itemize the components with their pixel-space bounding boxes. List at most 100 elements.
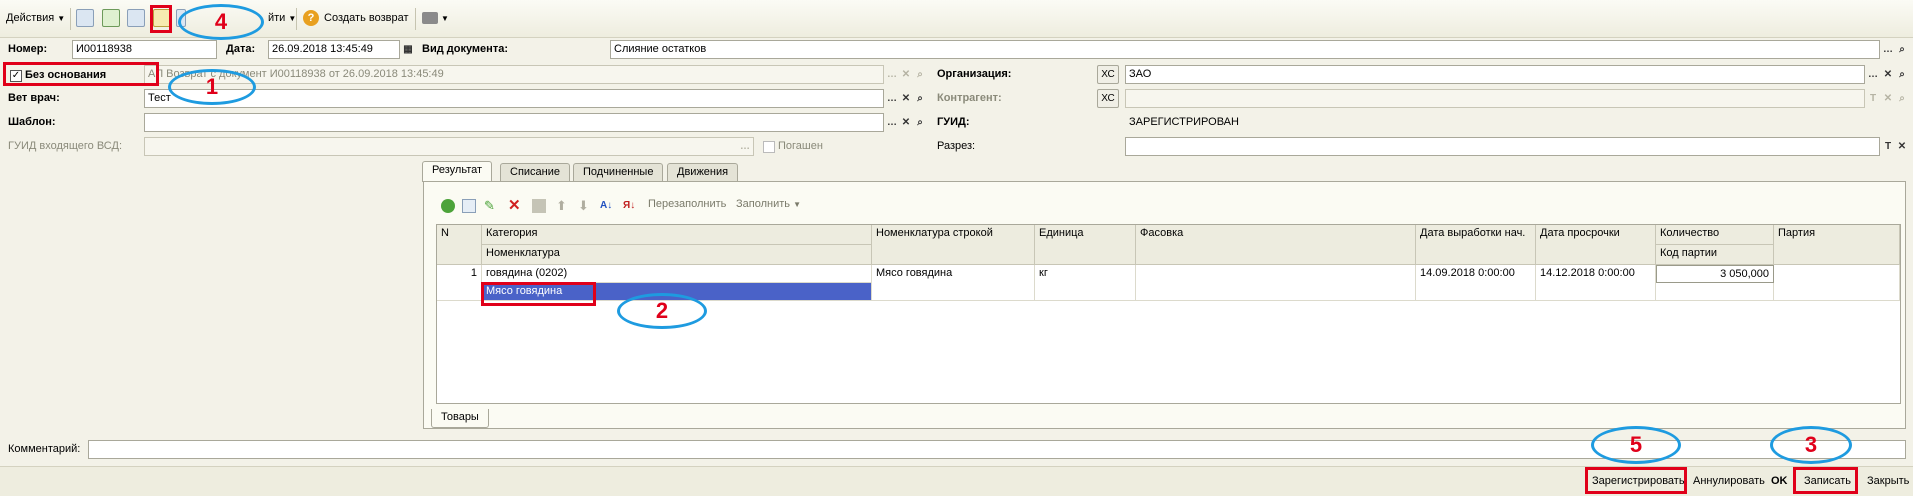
delete-icon[interactable]: ✕ [508, 198, 522, 213]
select-button[interactable]: … [885, 89, 899, 108]
search-icon[interactable]: ⌕ [913, 113, 927, 132]
ok-button[interactable]: OK [1768, 470, 1791, 492]
annotation-oval-2: 2 [617, 293, 707, 329]
header-expiry[interactable]: Дата просрочки [1536, 225, 1656, 265]
cell-prod-date[interactable]: 14.09.2018 0:00:00 [1416, 265, 1536, 301]
doctype-label: Вид документа: [422, 43, 508, 55]
comment-label: Комментарий: [8, 443, 81, 455]
cell-expiry[interactable]: 14.12.2018 0:00:00 [1536, 265, 1656, 301]
select-button: … [887, 69, 897, 80]
annotation-oval-1: 1 [168, 69, 256, 105]
select-button[interactable]: … [1881, 40, 1895, 59]
paid-label: Погашен [778, 140, 823, 152]
printer-icon [422, 12, 438, 24]
date-input[interactable]: 26.09.2018 13:45:49 [268, 40, 400, 59]
print-menu[interactable]: ▼ [422, 8, 449, 28]
section-label: Разрез: [937, 140, 976, 152]
clear-icon: ✕ [1883, 93, 1893, 104]
counterparty-type-button[interactable]: ХС [1097, 89, 1119, 108]
doctype-input[interactable]: Слияние остатков [610, 40, 1880, 59]
refresh-icon[interactable] [102, 9, 120, 27]
tab-result[interactable]: Результат [422, 161, 493, 182]
header-packing[interactable]: Фасовка [1136, 225, 1416, 265]
tab-movements[interactable]: Движения [667, 163, 739, 181]
clear-icon[interactable]: ✕ [1895, 137, 1909, 156]
fill-menu[interactable]: Заполнить ▼ [736, 198, 801, 210]
org-type-button[interactable]: ХС [1097, 65, 1119, 84]
annotation-oval-4: 4 [178, 4, 264, 40]
tab-writeoff[interactable]: Списание [500, 163, 570, 181]
cell-packing[interactable] [1136, 265, 1416, 301]
header-batch-code[interactable]: Код партии [1656, 245, 1774, 265]
template-input[interactable] [144, 113, 884, 132]
search-icon[interactable]: ⌕ [913, 89, 927, 108]
copy-document-icon[interactable] [127, 9, 145, 27]
clear-icon[interactable]: ✕ [899, 113, 913, 132]
cell-row-nomenclature[interactable]: Мясо говядина [872, 265, 1035, 301]
counterparty-label: Контрагент: [937, 92, 1002, 104]
guid-label: ГУИД: [937, 116, 970, 128]
paid-checkbox [763, 141, 775, 153]
create-return-button[interactable]: ? Создать возврат [303, 8, 409, 28]
cell-quantity[interactable]: 3 050,000 [1656, 265, 1774, 283]
vet-input[interactable]: Тест [144, 89, 884, 108]
header-nomenclature[interactable]: Номенклатура [482, 245, 872, 265]
header-batch[interactable]: Партия [1774, 225, 1900, 265]
search-icon[interactable]: ⌕ [1895, 65, 1909, 84]
section-input[interactable] [1125, 137, 1880, 156]
annul-button[interactable]: Аннулировать [1690, 470, 1768, 492]
number-input[interactable]: И00118938 [72, 40, 217, 59]
edit-icon[interactable]: ✎ [484, 199, 498, 213]
sort-asc-icon[interactable]: A↓ [600, 199, 614, 213]
annotation-oval-5: 5 [1591, 426, 1681, 464]
clear-icon[interactable]: ✕ [899, 89, 913, 108]
actions-menu[interactable]: Действия ▼ [6, 8, 65, 28]
goto-menu[interactable]: йти ▼ [268, 8, 296, 28]
help-icon: ? [303, 10, 319, 26]
template-label: Шаблон: [8, 116, 56, 128]
header-unit[interactable]: Единица [1035, 225, 1136, 265]
search-icon: ⌕ [1899, 93, 1905, 104]
org-label: Организация: [937, 68, 1012, 80]
search-icon[interactable]: ⌕ [1895, 40, 1909, 59]
annotation-box-4 [150, 5, 172, 33]
annotation-box-5 [1585, 467, 1687, 494]
sort-desc-icon[interactable]: Я↓ [623, 199, 637, 213]
select-button[interactable]: … [1866, 65, 1880, 84]
annotation-box-2 [481, 282, 596, 306]
guid-value: ЗАРЕГИСТРИРОВАН [1129, 116, 1239, 128]
refill-button[interactable]: Перезаполнить [648, 198, 726, 210]
date-label: Дата: [226, 43, 256, 55]
number-label: Номер: [8, 43, 48, 55]
guid-in-input [144, 137, 754, 156]
cell-batch-code[interactable] [1656, 283, 1774, 301]
calendar-icon[interactable]: ▦ [401, 40, 415, 59]
counterparty-input [1125, 89, 1865, 108]
tab-subordinate[interactable]: Подчиненные [573, 163, 664, 181]
header-row-nomenclature[interactable]: Номенклатура строкой [872, 225, 1035, 265]
add-icon[interactable] [441, 199, 455, 213]
header-category[interactable]: Категория [482, 225, 872, 245]
cell-n[interactable]: 1 [437, 265, 482, 301]
org-input[interactable]: ЗАО [1125, 65, 1865, 84]
cell-unit[interactable]: кг [1035, 265, 1136, 301]
annotation-box-3 [1793, 467, 1858, 494]
post-document-icon[interactable] [76, 9, 94, 27]
select-button[interactable]: … [885, 113, 899, 132]
clear-icon[interactable]: ✕ [1881, 65, 1895, 84]
text-icon: T [1869, 93, 1877, 104]
cell-batch[interactable] [1774, 265, 1900, 301]
vet-label: Вет врач: [8, 92, 60, 104]
text-icon[interactable]: T [1881, 137, 1895, 156]
header-n[interactable]: N [437, 225, 482, 265]
move-down-icon: ⬇ [578, 198, 589, 213]
guid-in-label: ГУИД входящего ВСД: [8, 140, 122, 152]
header-prod-date[interactable]: Дата выработки нач. [1416, 225, 1536, 265]
tab-goods[interactable]: Товары [431, 409, 489, 428]
move-up-icon: ⬆ [556, 198, 567, 213]
cell-category[interactable]: говядина (0202) [482, 265, 872, 283]
annotation-box-1 [3, 62, 159, 86]
header-quantity[interactable]: Количество [1656, 225, 1774, 245]
copy-row-icon[interactable] [462, 199, 476, 213]
close-button[interactable]: Закрыть [1864, 470, 1912, 492]
